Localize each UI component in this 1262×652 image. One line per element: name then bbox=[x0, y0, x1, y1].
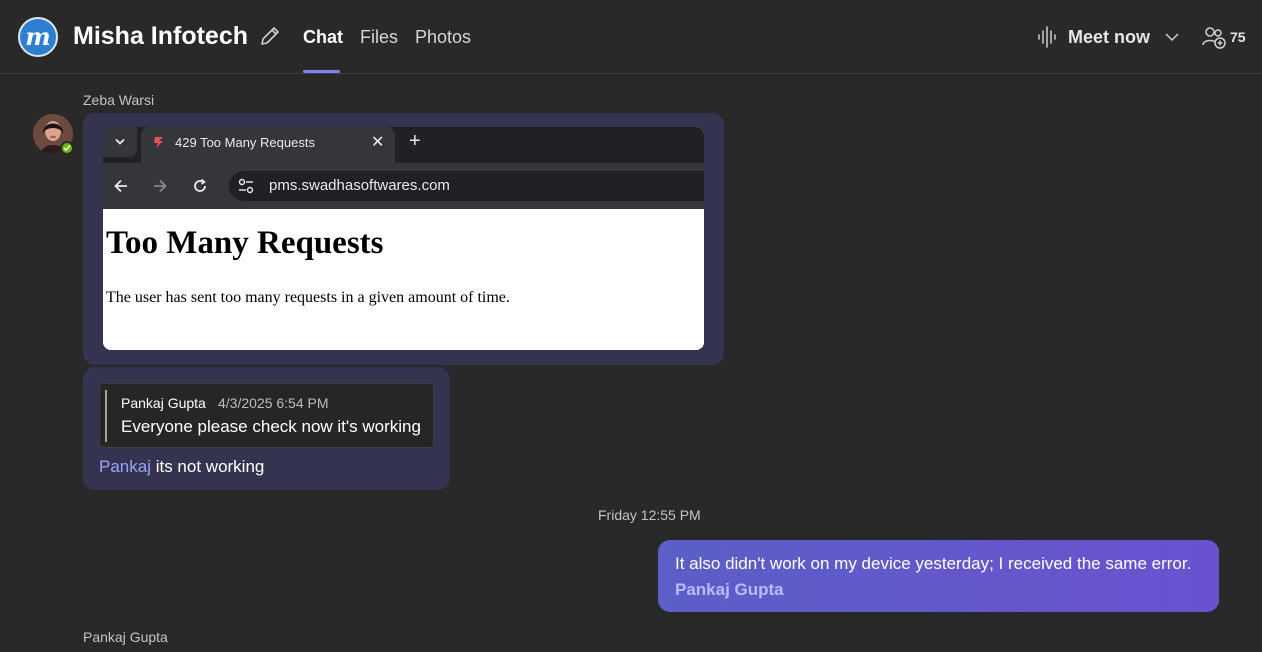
browser-page: Too Many Requests The user has sent too … bbox=[103, 215, 704, 350]
channel-header: m Misha Infotech Chat Files Photos Meet … bbox=[0, 0, 1262, 74]
active-tab-indicator bbox=[303, 70, 340, 73]
my-message-bubble[interactable]: It also didn't work on my device yesterd… bbox=[658, 540, 1219, 612]
browser-toolbar: pms.swadhasoftwares.com bbox=[103, 163, 704, 209]
meet-now-button[interactable]: Meet now bbox=[1068, 27, 1150, 48]
quote-timestamp: 4/3/2025 6:54 PM bbox=[218, 395, 329, 411]
mention-link[interactable]: Pankaj Gupta bbox=[675, 580, 784, 600]
quote-bar bbox=[105, 390, 107, 442]
message-sender: Zeba Warsi bbox=[83, 92, 155, 108]
message-sender: Pankaj Gupta bbox=[83, 629, 168, 645]
quote-text: Everyone please check now it's working bbox=[121, 417, 421, 436]
chevron-down-icon bbox=[115, 138, 125, 145]
my-message-text: It also didn't work on my device yesterd… bbox=[675, 554, 1192, 573]
plus-icon: + bbox=[409, 130, 421, 152]
team-name: Misha Infotech bbox=[73, 22, 249, 50]
back-arrow-icon bbox=[114, 179, 127, 193]
browser-tab-strip: 429 Too Many Requests ✕ + bbox=[103, 127, 704, 163]
reload-icon bbox=[194, 178, 206, 192]
browser-url: pms.swadhasoftwares.com bbox=[269, 177, 450, 194]
error-description: The user has sent too many requests in a… bbox=[106, 289, 510, 306]
presence-available-icon bbox=[60, 141, 74, 155]
site-settings-icon bbox=[238, 178, 254, 194]
participant-count[interactable]: 75 bbox=[1230, 29, 1246, 45]
pencil-icon[interactable] bbox=[258, 24, 282, 48]
site-favicon-icon bbox=[154, 137, 163, 148]
error-screenshot-image[interactable]: 429 Too Many Requests ✕ + pms.swadhasoft… bbox=[103, 127, 704, 350]
forward-arrow-icon bbox=[154, 179, 167, 193]
browser-address-bar: pms.swadhasoftwares.com bbox=[229, 171, 704, 201]
tab-chat[interactable]: Chat bbox=[303, 27, 343, 48]
quote-author: Pankaj Gupta bbox=[121, 395, 206, 411]
browser-tab: 429 Too Many Requests ✕ bbox=[141, 127, 395, 163]
tab-files[interactable]: Files bbox=[360, 27, 398, 48]
team-logo-letter: m bbox=[25, 21, 51, 51]
tab-photos[interactable]: Photos bbox=[415, 27, 471, 48]
close-icon: ✕ bbox=[371, 134, 385, 151]
people-add-icon[interactable] bbox=[1202, 25, 1226, 49]
date-divider: Friday 12:55 PM bbox=[598, 507, 701, 523]
error-heading: Too Many Requests bbox=[106, 225, 384, 261]
waveform-icon[interactable] bbox=[1037, 26, 1057, 48]
reply-body: its not working bbox=[150, 457, 265, 476]
browser-tab-title: 429 Too Many Requests bbox=[175, 135, 315, 150]
team-logo[interactable]: m bbox=[18, 17, 58, 57]
chevron-down-icon[interactable] bbox=[1164, 31, 1180, 43]
mention-link[interactable]: Pankaj bbox=[99, 457, 151, 476]
quoted-message[interactable]: Pankaj Gupta 4/3/2025 6:54 PM Everyone p… bbox=[99, 383, 434, 448]
reply-text: Pankaj its not working bbox=[99, 457, 264, 477]
tab-search-button bbox=[103, 127, 137, 157]
